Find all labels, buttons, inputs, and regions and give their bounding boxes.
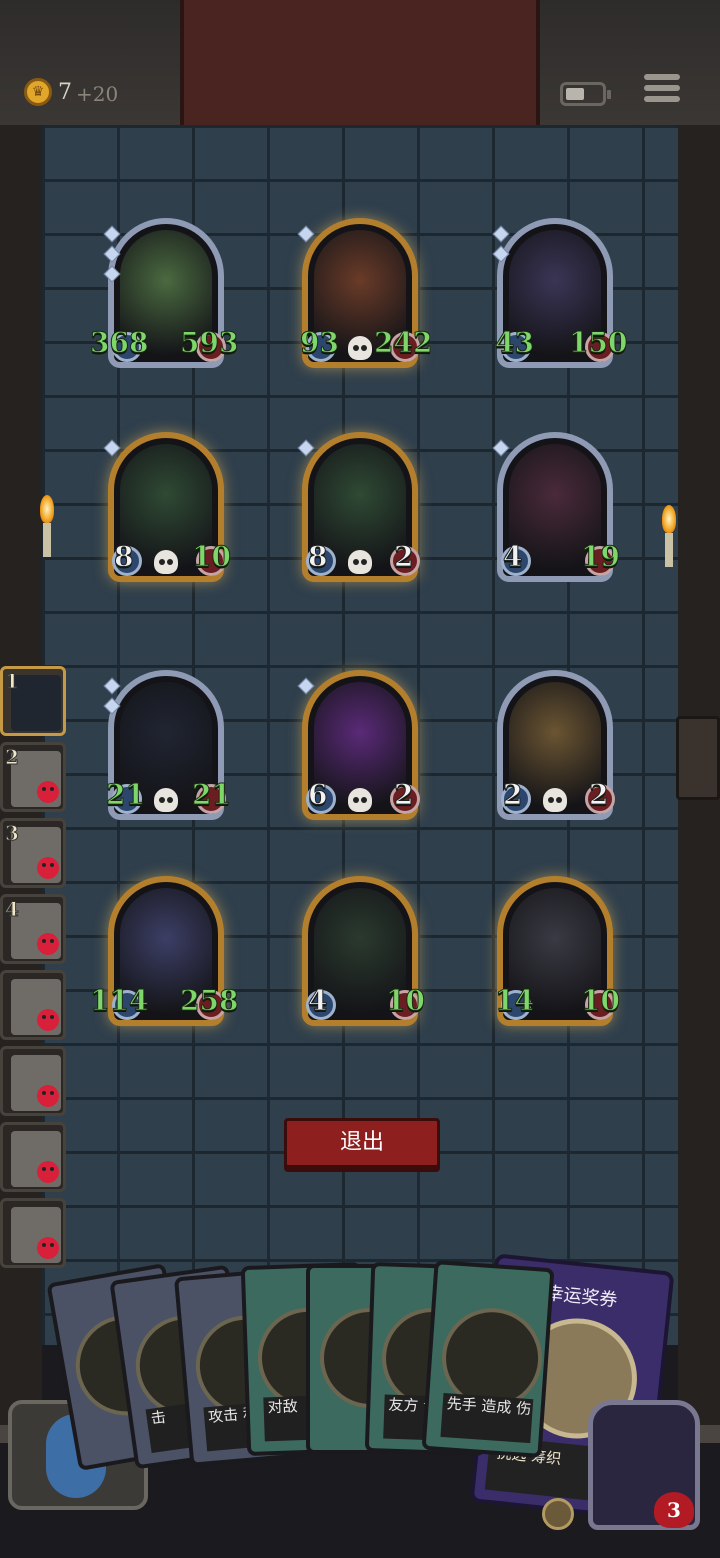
skull-icon: [348, 336, 372, 360]
rank-gem-icon: [492, 439, 510, 462]
unit-health: 258: [179, 984, 239, 1018]
unit-attack: 8: [307, 540, 328, 574]
opponent-rank: 1: [5, 669, 20, 694]
opponent-portrait[interactable]: [0, 970, 66, 1040]
opponent-portrait[interactable]: 3: [0, 818, 66, 888]
torch-icon: [40, 495, 54, 557]
unit-attack: 4: [307, 984, 328, 1018]
rank-gem-icon: [103, 225, 121, 288]
rank-gem-icon: [297, 225, 315, 248]
opponent-rank: 3: [5, 821, 20, 846]
unit-attack: 6: [307, 778, 328, 812]
unit-attack: 114: [89, 984, 149, 1018]
door-handle-icon: [676, 716, 720, 800]
unit-health: 242: [373, 326, 433, 360]
unit-health: 2: [393, 778, 414, 812]
gold-coin-icon: ♛: [24, 78, 52, 106]
skull-icon: [348, 788, 372, 812]
gold-count: 7: [58, 80, 72, 105]
skull-icon: [348, 550, 372, 574]
exit-button[interactable]: 退出: [284, 1118, 440, 1168]
menu-icon[interactable]: [644, 74, 680, 108]
opponent-portrait[interactable]: 4: [0, 894, 66, 964]
stage-curtain: [180, 0, 540, 125]
rank-gem-icon: [103, 677, 121, 720]
unit-health: 19: [581, 540, 621, 574]
skull-icon: [543, 788, 567, 812]
unit-health: 2: [393, 540, 414, 574]
battery-icon: [560, 82, 611, 106]
eliminated-skull-icon: [37, 781, 59, 803]
unit-health: 593: [179, 326, 239, 360]
eliminated-skull-icon: [37, 1085, 59, 1107]
opponent-portrait[interactable]: 1: [0, 666, 66, 736]
rank-gem-icon: [297, 677, 315, 700]
gold-income: +20: [76, 82, 119, 106]
unit-attack: 93: [300, 326, 340, 360]
rank-gem-icon: [297, 439, 315, 462]
unit-attack: 21: [106, 778, 146, 812]
unit-health: 150: [568, 326, 628, 360]
skull-icon: [154, 550, 178, 574]
eliminated-skull-icon: [37, 1237, 59, 1259]
opponent-rank: 4: [5, 897, 20, 922]
unit-health: 10: [192, 540, 232, 574]
torch-icon: [662, 505, 676, 567]
card-text: 先手 造成 伤: [440, 1392, 534, 1444]
unit-health: 21: [192, 778, 232, 812]
rank-gem-icon: [492, 225, 510, 268]
unit-attack: 43: [495, 326, 535, 360]
unit-attack: 8: [113, 540, 134, 574]
unit-attack: 368: [89, 326, 149, 360]
unit-attack: 2: [502, 778, 523, 812]
unit-health: 10: [386, 984, 426, 1018]
hand-card[interactable]: 先手 造成 伤: [421, 1260, 555, 1458]
unit-health: 10: [581, 984, 621, 1018]
opponent-portrait[interactable]: [0, 1122, 66, 1192]
eliminated-skull-icon: [37, 1161, 59, 1183]
eliminated-skull-icon: [37, 857, 59, 879]
eliminated-skull-icon: [37, 1009, 59, 1031]
unit-attack: 14: [495, 984, 535, 1018]
opponent-portrait[interactable]: [0, 1198, 66, 1268]
shield-icon: [542, 1498, 574, 1530]
unit-attack: 4: [502, 540, 523, 574]
opponent-rank: 2: [5, 745, 20, 770]
player-health: 3: [654, 1492, 694, 1528]
opponent-portrait[interactable]: [0, 1046, 66, 1116]
opponent-portrait[interactable]: 2: [0, 742, 66, 812]
eliminated-skull-icon: [37, 933, 59, 955]
skull-icon: [154, 788, 178, 812]
rank-gem-icon: [103, 439, 121, 462]
unit-health: 2: [588, 778, 609, 812]
